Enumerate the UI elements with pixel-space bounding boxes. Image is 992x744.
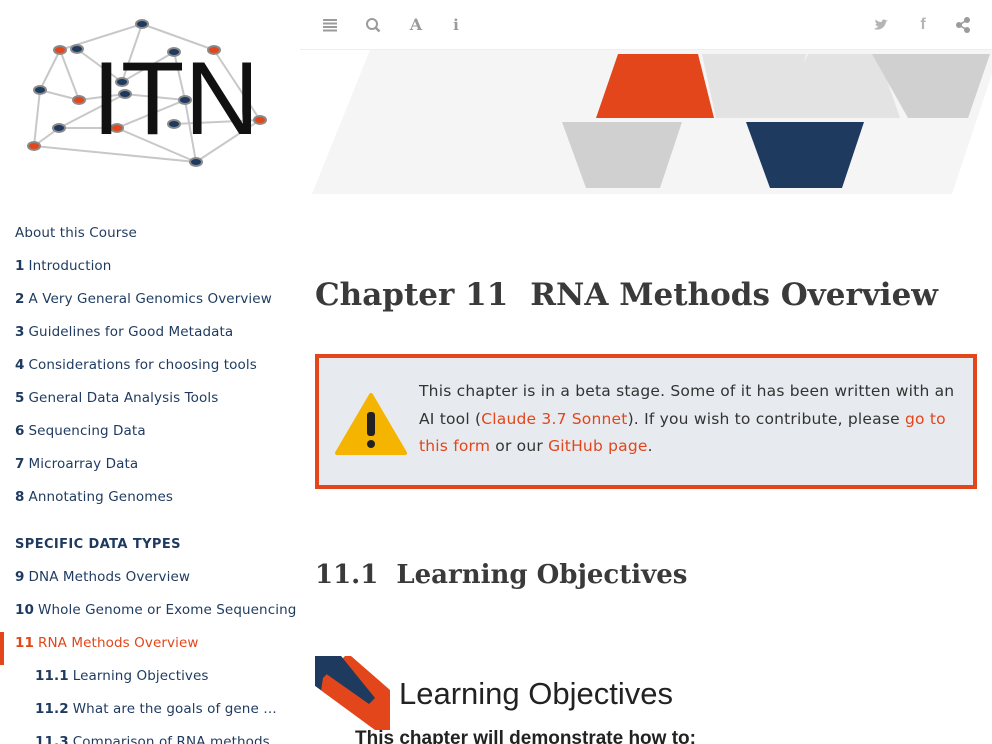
section-title: Learning Objectives [396, 560, 688, 590]
toc-label: Whole Genome or Exome Sequencing [38, 602, 297, 618]
chapter-name: RNA Methods Overview [530, 277, 938, 313]
toc-num: 11.3 [35, 734, 69, 744]
toc-label: Comparison of RNA methods [72, 734, 270, 744]
warning-icon [335, 393, 407, 455]
toc-num: 6 [15, 423, 25, 439]
toc-label: Sequencing Data [28, 423, 146, 439]
facebook-icon[interactable]: f [913, 14, 933, 36]
toc-item-5[interactable]: 5 General Data Analysis Tools [0, 387, 300, 420]
toc-num: 4 [15, 357, 25, 373]
logo-text: ITN [92, 41, 260, 157]
toc-item-10[interactable]: 10 Whole Genome or Exome Sequencing [0, 599, 300, 632]
toc-label: A Very General Genomics Overview [28, 291, 272, 307]
toc-item-3[interactable]: 3 Guidelines for Good Metadata [0, 321, 300, 354]
toc-label: Microarray Data [28, 456, 139, 472]
beta-warning-callout: This chapter is in a beta stage. Some of… [315, 354, 977, 489]
twitter-icon[interactable] [871, 14, 891, 36]
warning-text-part: . [647, 437, 653, 455]
toc-num: 10 [15, 602, 34, 618]
toc-label: What are the goals of gene expression an… [72, 701, 280, 717]
toc-num: 3 [15, 324, 25, 340]
font-icon[interactable]: A [406, 14, 426, 36]
toc-num: 11.2 [35, 701, 69, 717]
toc-section-header: SPECIFIC DATA TYPES [15, 537, 181, 552]
toc-subitem-11-3[interactable]: 11.3 Comparison of RNA methods [0, 731, 280, 744]
learning-objectives-graphic [315, 656, 390, 730]
toc-item-7[interactable]: 7 Microarray Data [0, 453, 300, 486]
toc-label: About this Course [15, 225, 137, 241]
search-icon[interactable] [363, 14, 383, 36]
section-heading: 11.1 Learning Objectives [315, 560, 687, 590]
learning-objectives-subtitle: This chapter will demonstrate how to: [355, 728, 696, 744]
warning-text-part: ). If you wish to contribute, please [627, 409, 905, 428]
toc-item-1[interactable]: 1 Introduction [0, 255, 300, 288]
toc-item-6[interactable]: 6 Sequencing Data [0, 420, 300, 453]
sidebar: ITN About this Course 1 Introduction 2A V… [0, 0, 300, 744]
toc-num: 9 [15, 569, 25, 585]
toc-label: Annotating Genomes [28, 489, 174, 505]
toc-subitem-11-1[interactable]: 11.1 Learning Objectives [0, 665, 280, 698]
toc-label: DNA Methods Overview [28, 569, 191, 585]
itn-logo[interactable]: ITN [22, 12, 272, 177]
info-icon[interactable]: i [446, 14, 466, 36]
toc-label: Introduction [28, 258, 112, 274]
toc-num: 11.1 [35, 668, 69, 684]
toc-label: Guidelines for Good Metadata [28, 324, 234, 340]
chapter-banner [312, 50, 992, 194]
warning-text: This chapter is in a beta stage. Some of… [419, 378, 959, 461]
toc-num: 11 [15, 635, 34, 651]
chapter-number: Chapter 11 [315, 277, 509, 313]
toc-item-2[interactable]: 2A Very General Genomics Overview [0, 288, 300, 321]
toc-num: 5 [15, 390, 25, 406]
toc-num: 7 [15, 456, 25, 472]
top-toolbar: A i f [300, 0, 992, 50]
toc-num: 8 [15, 489, 25, 505]
toc-label: Considerations for choosing tools [28, 357, 257, 373]
table-of-contents: About this Course 1 Introduction 2A Very … [0, 222, 300, 744]
toc-label: RNA Methods Overview [38, 635, 199, 651]
section-number: 11.1 [315, 560, 379, 590]
warning-text-part: or our [490, 437, 549, 455]
toc-item-about[interactable]: About this Course [0, 222, 300, 255]
toc-num: 2 [15, 291, 25, 307]
learning-objectives-title: Learning Objectives [399, 676, 673, 711]
toc-item-8[interactable]: 8 Annotating Genomes [0, 486, 300, 519]
toc-item-4[interactable]: 4 Considerations for choosing tools [0, 354, 300, 387]
toc-item-11-active[interactable]: 11 RNA Methods Overview [0, 632, 300, 665]
chapter-title: Chapter 11 RNA Methods Overview [315, 277, 938, 313]
toc-num: 1 [15, 258, 25, 274]
claude-link[interactable]: Claude 3.7 Sonnet [481, 410, 627, 428]
menu-icon[interactable] [320, 14, 340, 36]
toc-item-9[interactable]: 9 DNA Methods Overview [0, 566, 300, 599]
toc-label: General Data Analysis Tools [28, 390, 219, 406]
share-icon[interactable] [953, 14, 973, 36]
github-page-link[interactable]: GitHub page [548, 437, 648, 455]
toc-label: Learning Objectives [72, 668, 209, 684]
toc-subitem-11-2[interactable]: 11.2What are the goals of gene expressio… [0, 698, 280, 731]
